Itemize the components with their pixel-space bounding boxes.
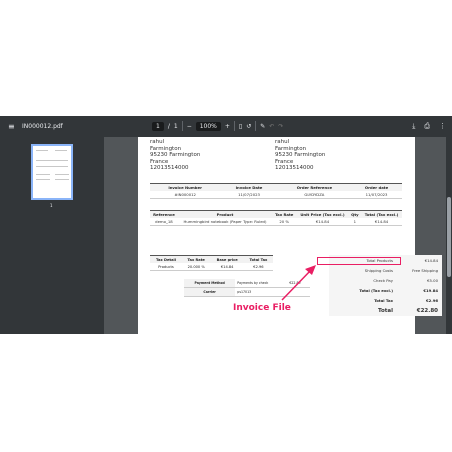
divider <box>181 121 183 131</box>
zoom-out-button[interactable]: − <box>187 123 192 130</box>
fit-page-icon[interactable]: ▯ <box>239 123 242 130</box>
redo-icon[interactable]: ↷ <box>278 123 283 130</box>
more-icon[interactable]: ⋮ <box>439 122 446 131</box>
pdf-viewer-window: ≡ IN000012.pdf 1 / 1 − 100% + ▯ ↺ ✎ ↶ ↷ … <box>0 116 452 334</box>
invoice-header-table: Invoice Number Invoice Date Order Refere… <box>150 183 402 199</box>
rotate-icon[interactable]: ↺ <box>246 123 251 130</box>
download-icon[interactable]: ⤓ <box>412 122 415 131</box>
total-row: Total (Tax excl.) €19.84 <box>359 287 438 293</box>
toolbar-actions: ⤓ ⎙ ⋮ <box>412 122 446 131</box>
zoom-in-button[interactable]: + <box>225 123 230 130</box>
thumbnail-sidebar: 1 <box>0 137 104 334</box>
annotate-icon[interactable]: ✎ <box>260 123 265 130</box>
thumbnail-page-number: 1 <box>50 203 53 208</box>
tax-detail-table: Tax Detail Tax Rate Base price Total Tax… <box>150 255 273 271</box>
page-controls: 1 / 1 − 100% + ▯ ↺ ✎ ↶ ↷ <box>152 121 283 131</box>
total-row: Check Pay €5.00 <box>373 277 438 283</box>
divider <box>255 121 257 131</box>
total-row: Total Tax €2.96 <box>374 297 438 303</box>
scrollbar-thumb[interactable] <box>447 197 451 277</box>
scrollbar[interactable] <box>446 137 452 334</box>
invoice-items-table: Reference Product Tax Rate Unit Price (T… <box>150 210 402 226</box>
page-thumbnail[interactable] <box>31 144 73 200</box>
table-row: demo_18 Hummingbird notebook (Paper Type… <box>150 218 402 226</box>
divider <box>233 121 235 131</box>
zoom-level-input[interactable]: 100% <box>195 121 221 131</box>
grand-total-row: Total €22.80 <box>377 307 438 314</box>
page-separator: / <box>167 122 170 130</box>
delivery-address: rahul Farmington 95230 Farmington France… <box>275 139 326 172</box>
page-number-input[interactable]: 1 <box>152 121 164 131</box>
page-total: 1 <box>173 122 178 130</box>
menu-icon[interactable]: ≡ <box>8 123 15 131</box>
billing-address: rahul Farmington 95230 Farmington France… <box>150 139 201 172</box>
check-pay-highlight <box>317 257 401 265</box>
invoice-file-callout: Invoice File <box>233 303 291 313</box>
print-icon[interactable]: ⎙ <box>424 122 430 131</box>
table-row: Products 20.000 % €14.84 €2.96 <box>150 263 273 271</box>
document-title: IN000012.pdf <box>22 123 63 130</box>
pdf-toolbar: ≡ IN000012.pdf 1 / 1 − 100% + ▯ ↺ ✎ ↶ ↷ … <box>0 116 452 137</box>
undo-icon[interactable]: ↶ <box>269 123 274 130</box>
payment-table: Payment Method Payments by check €22.80 … <box>184 279 310 297</box>
total-row: Shipping Costs Free Shipping <box>364 267 438 273</box>
